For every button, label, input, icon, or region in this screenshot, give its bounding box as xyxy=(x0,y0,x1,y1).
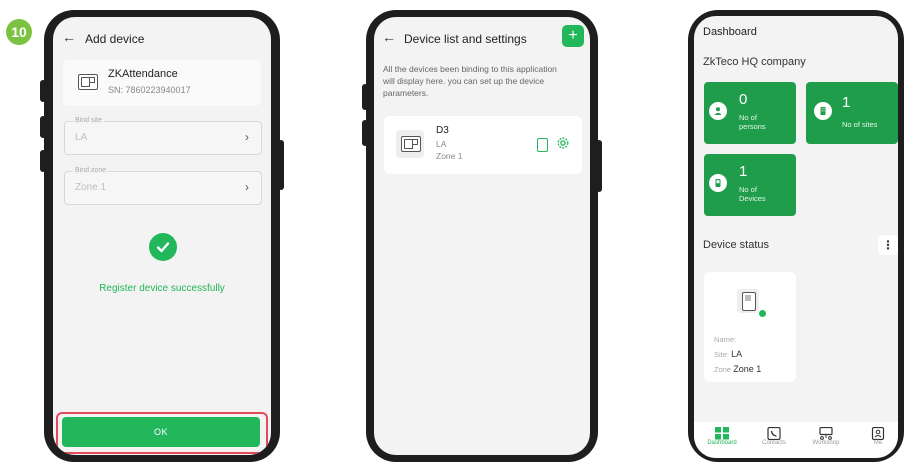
chevron-right-icon: › xyxy=(245,130,249,144)
device-icon xyxy=(401,136,421,152)
phone-add-device: ← Add device ZKAttendance SN: 7860223940… xyxy=(40,10,284,462)
status-site-row: Site: LA xyxy=(714,349,743,359)
device-list-item[interactable]: D3 LA Zone 1 xyxy=(384,116,582,174)
sites-tile[interactable]: 1 No of sites xyxy=(806,82,898,144)
device-zone: Zone 1 xyxy=(436,151,463,161)
tab-workshop[interactable]: Workshop xyxy=(808,426,844,446)
tab-me[interactable]: Me xyxy=(860,426,896,446)
device-status-title: Device status xyxy=(703,239,770,251)
workshop-icon xyxy=(818,426,834,440)
page-title: Device list and settings xyxy=(404,32,527,46)
phone-dashboard: Dashboard ZkTeco HQ company 0 No of pers… xyxy=(688,10,904,462)
chevron-right-icon: › xyxy=(245,180,249,194)
phone-device-list: ← Device list and settings + All the dev… xyxy=(362,10,602,462)
bind-site-label: Bind site xyxy=(73,117,104,124)
ok-button[interactable]: OK xyxy=(62,417,260,447)
back-arrow-icon[interactable]: ← xyxy=(62,29,76,45)
bind-zone-field[interactable]: Bind zone Zone 1 › xyxy=(64,167,262,205)
devices-count: 1 xyxy=(739,163,748,180)
phone-device-icon[interactable] xyxy=(537,138,548,152)
bind-zone-value: Zone 1 xyxy=(75,182,107,193)
device-name: D3 xyxy=(436,125,449,136)
dashboard-screen: Dashboard ZkTeco HQ company 0 No of pers… xyxy=(694,16,898,458)
bind-site-value: LA xyxy=(75,132,88,143)
success-check-icon xyxy=(149,233,177,261)
success-message: Register device successfully xyxy=(99,283,225,294)
device-status-icon xyxy=(737,289,759,313)
online-status-dot xyxy=(759,310,766,317)
more-options-icon[interactable]: ⋮ xyxy=(878,235,898,255)
add-device-screen: ← Add device ZKAttendance SN: 7860223940… xyxy=(53,17,271,455)
device-info-card: ZKAttendance SN: 7860223940017 xyxy=(63,60,261,106)
page-description: All the devices been binding to this app… xyxy=(383,64,557,98)
device-list-screen: ← Device list and settings + All the dev… xyxy=(374,17,590,455)
device-icon xyxy=(709,174,727,192)
device-name: ZKAttendance xyxy=(108,68,178,80)
status-name-row: Name: xyxy=(714,335,737,344)
tab-dashboard[interactable]: Dashboard xyxy=(704,427,740,446)
step-number-badge: 10 xyxy=(6,19,32,45)
page-title: Add device xyxy=(85,32,145,46)
phone-book-icon xyxy=(766,426,782,441)
building-icon xyxy=(814,102,832,120)
status-zone-row: Zone Zone 1 xyxy=(714,364,762,374)
grid-icon xyxy=(714,427,730,440)
sites-count: 1 xyxy=(842,94,851,111)
page-title: Dashboard xyxy=(703,26,757,38)
back-arrow-icon[interactable]: ← xyxy=(382,29,396,45)
add-device-button[interactable]: + xyxy=(562,25,584,47)
device-site: LA xyxy=(436,139,447,149)
company-name: ZkTeco HQ company xyxy=(703,56,806,68)
devices-label: No of Devices xyxy=(739,185,766,203)
devices-tile[interactable]: 1 No of Devices xyxy=(704,154,796,216)
sites-label: No of sites xyxy=(842,120,878,129)
bottom-tab-bar: Dashboard Contacts Workshop Me xyxy=(694,422,898,458)
device-icon xyxy=(78,74,98,90)
tab-contacts[interactable]: Contacts xyxy=(756,426,792,446)
person-icon xyxy=(709,102,727,120)
persons-label: No of persons xyxy=(739,113,766,131)
persons-tile[interactable]: 0 No of persons xyxy=(704,82,796,144)
person-icon xyxy=(870,426,886,441)
device-sn: SN: 7860223940017 xyxy=(108,85,191,95)
bind-site-field[interactable]: Bind site LA › xyxy=(64,117,262,155)
persons-count: 0 xyxy=(739,91,748,108)
gear-icon[interactable] xyxy=(556,136,570,155)
device-status-card[interactable]: Name: Site: LA Zone Zone 1 xyxy=(704,272,796,382)
bind-zone-label: Bind zone xyxy=(73,167,109,174)
